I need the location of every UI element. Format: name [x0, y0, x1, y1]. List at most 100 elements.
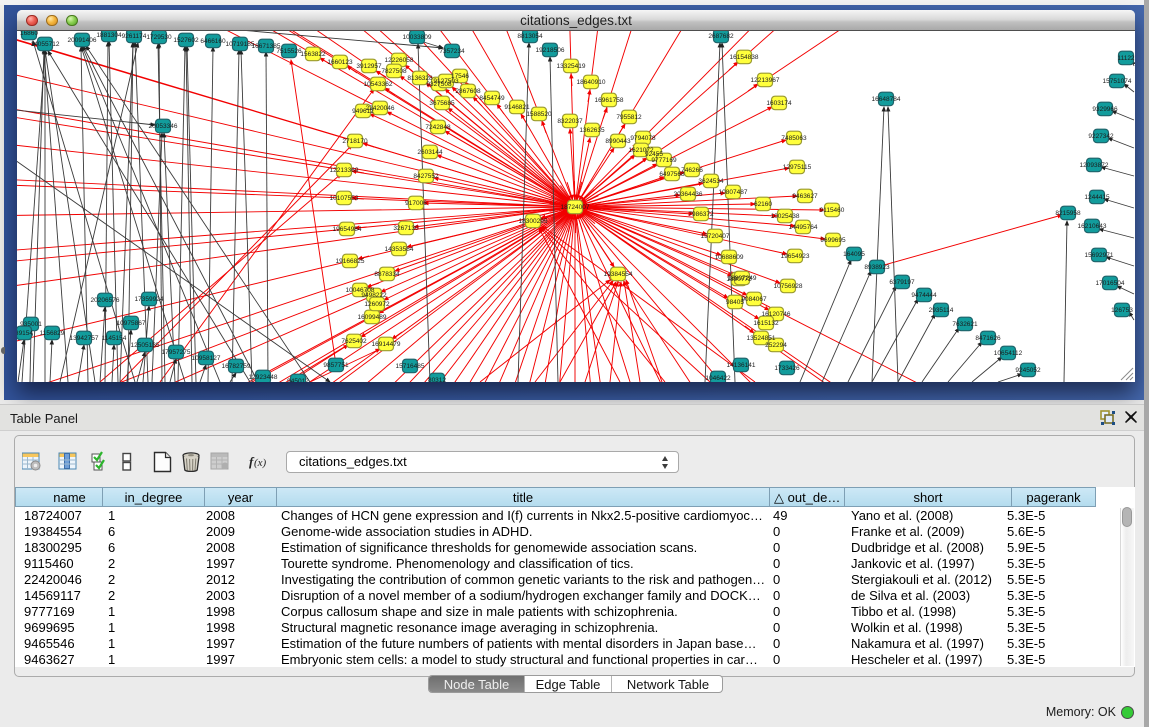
- svg-text:98405: 98405: [726, 299, 744, 306]
- svg-text:9227342: 9227342: [1088, 133, 1114, 140]
- svg-text:18300295: 18300295: [519, 218, 548, 225]
- svg-text:14353584: 14353584: [385, 246, 414, 253]
- svg-text:13325419: 13325419: [557, 63, 586, 70]
- svg-text:10958127: 10958127: [192, 355, 221, 362]
- svg-text:10025438: 10025438: [771, 213, 800, 220]
- svg-text:1615132: 1615132: [753, 320, 779, 327]
- svg-text:164095: 164095: [843, 251, 865, 258]
- svg-text:3912957: 3912957: [356, 63, 382, 70]
- svg-text:8990443: 8990443: [605, 138, 631, 145]
- svg-text:16120746: 16120746: [762, 311, 791, 318]
- svg-text:9245052: 9245052: [1015, 367, 1041, 374]
- svg-text:10719185: 10719185: [226, 41, 255, 48]
- svg-text:8938923: 8938923: [864, 264, 890, 271]
- svg-text:1603174: 1603174: [766, 100, 792, 107]
- svg-text:8454749: 8454749: [479, 95, 505, 102]
- svg-text:15751074: 15751074: [1103, 78, 1132, 85]
- svg-text:1563822: 1563822: [300, 51, 326, 58]
- svg-text:945012: 945012: [287, 378, 309, 382]
- svg-text:7955812: 7955812: [616, 114, 642, 121]
- svg-text:3624534: 3624534: [698, 178, 724, 185]
- svg-text:10033809: 10033809: [403, 34, 432, 41]
- svg-text:6466160: 6466160: [200, 38, 226, 45]
- svg-text:9498222: 9498222: [361, 292, 387, 299]
- svg-text:9261174: 9261174: [122, 33, 147, 40]
- svg-text:2687682: 2687682: [708, 33, 734, 40]
- svg-text:10543362: 10543362: [364, 81, 393, 88]
- svg-text:1260972: 1260972: [364, 301, 390, 308]
- svg-text:19218506: 19218506: [536, 47, 565, 54]
- svg-text:12213369: 12213369: [330, 167, 359, 174]
- svg-text:1881304: 1881304: [96, 32, 122, 39]
- svg-text:1362635: 1362635: [579, 127, 605, 134]
- svg-text:746266: 746266: [681, 167, 703, 174]
- svg-text:9463627: 9463627: [792, 193, 818, 200]
- svg-text:16914479: 16914479: [372, 341, 401, 348]
- svg-text:2935114: 2935114: [929, 307, 954, 314]
- svg-text:1588520: 1588520: [526, 111, 552, 118]
- svg-text:8813054: 8813054: [517, 33, 543, 40]
- svg-text:12226058: 12226058: [385, 57, 414, 64]
- svg-text:15720407: 15720407: [701, 233, 730, 240]
- svg-text:6379197: 6379197: [889, 279, 915, 286]
- svg-text:7357234: 7357234: [439, 48, 465, 55]
- svg-text:39154: 39154: [17, 330, 33, 337]
- svg-text:16154838: 16154838: [730, 54, 759, 61]
- svg-text:8427552: 8427552: [413, 173, 439, 180]
- svg-text:1733426: 1733426: [774, 365, 800, 372]
- svg-text:12923448: 12923448: [249, 374, 278, 381]
- svg-text:12505135: 12505135: [131, 342, 160, 349]
- svg-text:7986372: 7986372: [688, 211, 714, 218]
- svg-text:8136328: 8136328: [407, 75, 433, 82]
- svg-text:126753: 126753: [1111, 307, 1133, 314]
- svg-text:17957275: 17957275: [162, 349, 191, 356]
- svg-text:12975115: 12975115: [783, 164, 812, 171]
- svg-text:7632621: 7632621: [952, 321, 978, 328]
- svg-text:80312: 80312: [428, 377, 446, 382]
- svg-text:19166825: 19166825: [336, 258, 365, 265]
- svg-text:15692971: 15692971: [1085, 252, 1114, 259]
- svg-text:18724007: 18724007: [561, 204, 590, 211]
- svg-text:14136141: 14136141: [727, 362, 756, 369]
- svg-text:18640910: 18640910: [577, 79, 606, 86]
- svg-text:13942757: 13942757: [70, 335, 99, 342]
- svg-text:1729530: 1729530: [146, 34, 172, 41]
- svg-text:1145154: 1145154: [102, 335, 127, 342]
- svg-text:(x): (x): [254, 457, 267, 469]
- svg-text:10807487: 10807487: [719, 189, 748, 196]
- svg-text:11122: 11122: [1117, 55, 1134, 62]
- svg-text:20053346: 20053346: [149, 123, 178, 130]
- svg-text:917006: 917006: [405, 200, 427, 207]
- svg-text:1244415: 1244415: [1084, 194, 1110, 201]
- svg-text:2603144: 2603144: [417, 149, 443, 156]
- svg-text:15716485: 15716485: [396, 363, 425, 370]
- svg-text:16961758: 16961758: [595, 97, 624, 104]
- svg-text:20091406: 20091406: [68, 37, 97, 44]
- svg-text:10654112: 10654112: [994, 350, 1023, 357]
- svg-text:1156829: 1156829: [40, 330, 65, 337]
- svg-text:949612: 949612: [352, 108, 374, 115]
- svg-text:17546: 17546: [451, 73, 469, 80]
- svg-text:9699695: 9699695: [820, 237, 846, 244]
- svg-text:935001: 935001: [20, 321, 42, 328]
- svg-text:20206576: 20206576: [91, 297, 120, 304]
- svg-text:9857751: 9857751: [323, 362, 349, 369]
- svg-text:3675685: 3675685: [429, 100, 455, 107]
- svg-text:7242848: 7242848: [425, 124, 451, 131]
- svg-text:16860: 16860: [20, 31, 38, 37]
- svg-text:9115460: 9115460: [820, 207, 845, 214]
- svg-text:17359924: 17359924: [135, 296, 164, 303]
- svg-text:1527602: 1527602: [173, 37, 199, 44]
- svg-text:17016504: 17016504: [1096, 280, 1125, 287]
- svg-text:8322037: 8322037: [557, 118, 583, 125]
- svg-text:1660123: 1660123: [327, 59, 353, 66]
- svg-text:1046422: 1046422: [705, 375, 731, 382]
- svg-text:10688609: 10688609: [715, 254, 744, 261]
- svg-text:19654984: 19654984: [333, 226, 362, 233]
- svg-text:62160: 62160: [754, 201, 772, 208]
- svg-text:16782759: 16782759: [222, 363, 251, 370]
- svg-text:2718170: 2718170: [342, 138, 368, 145]
- svg-text:7827508: 7827508: [381, 68, 407, 75]
- svg-text:10756928: 10756928: [774, 283, 803, 290]
- svg-text:18807249: 18807249: [728, 275, 757, 282]
